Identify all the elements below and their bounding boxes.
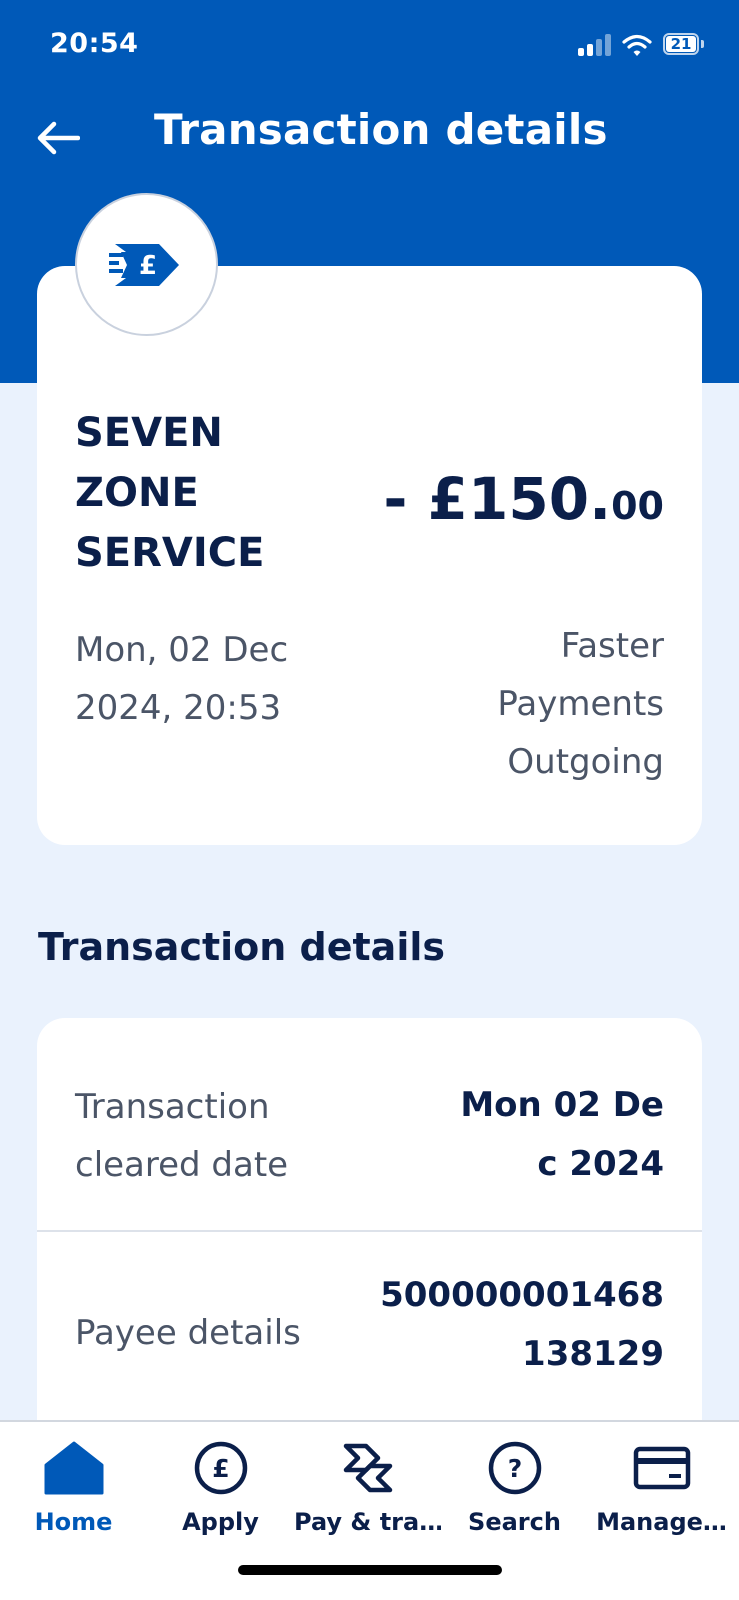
wifi-icon	[622, 33, 652, 57]
battery-level: 21	[666, 36, 696, 52]
detail-value: 500000001468 138129	[380, 1275, 664, 1374]
transaction-details-card: Transaction cleared date Mon 02 Dec 2024…	[37, 1018, 702, 1458]
tab-search[interactable]: ? Search	[441, 1422, 588, 1552]
tab-label: Manage…	[596, 1508, 727, 1536]
question-circle-icon: ?	[485, 1438, 545, 1498]
amount-main: - £150.	[383, 465, 612, 533]
page-title: Transaction details	[154, 105, 608, 154]
svg-text:£: £	[212, 1454, 229, 1483]
faster-payment-pound-icon: £	[75, 193, 218, 336]
detail-value: Mon 02 Dec 2024	[460, 1085, 664, 1184]
status-bar: 20:54 21	[0, 0, 739, 90]
battery-icon: 21	[663, 33, 705, 57]
amount-pence: 00	[611, 484, 664, 528]
detail-label: Payee details	[75, 1313, 301, 1353]
tab-label: Apply	[182, 1508, 259, 1536]
tab-pay-transfer[interactable]: Pay & tra…	[294, 1422, 441, 1552]
arrow-left-icon	[37, 121, 80, 155]
tab-label: Search	[468, 1508, 561, 1536]
tab-label: Pay & tra…	[294, 1508, 441, 1536]
home-indicator	[238, 1565, 502, 1575]
status-time: 20:54	[50, 28, 139, 59]
tab-manage[interactable]: Manage…	[588, 1422, 735, 1552]
merchant-name: SEVEN ZONE SERVICE	[75, 410, 265, 576]
svg-text:?: ?	[507, 1454, 522, 1483]
card-icon	[632, 1438, 692, 1498]
transaction-date: Mon, 02 Dec 2024, 20:53	[75, 630, 289, 728]
tab-home[interactable]: Home	[0, 1422, 147, 1552]
tab-apply[interactable]: £ Apply	[147, 1422, 294, 1552]
svg-text:£: £	[138, 251, 156, 281]
detail-row-cleared-date: Transaction cleared date Mon 02 Dec 2024	[37, 1018, 702, 1232]
back-button[interactable]	[30, 110, 86, 166]
detail-label: Transaction cleared date	[75, 1087, 289, 1185]
tab-label: Home	[34, 1508, 113, 1536]
pay-transfer-icon	[338, 1438, 398, 1498]
payment-type: Faster Payments Outgoing	[497, 626, 664, 782]
cellular-signal-icon	[578, 34, 614, 56]
pound-circle-icon: £	[191, 1438, 251, 1498]
transaction-amount: - £150.00	[383, 465, 664, 533]
details-section-heading: Transaction details	[38, 925, 445, 969]
home-icon	[44, 1438, 104, 1498]
